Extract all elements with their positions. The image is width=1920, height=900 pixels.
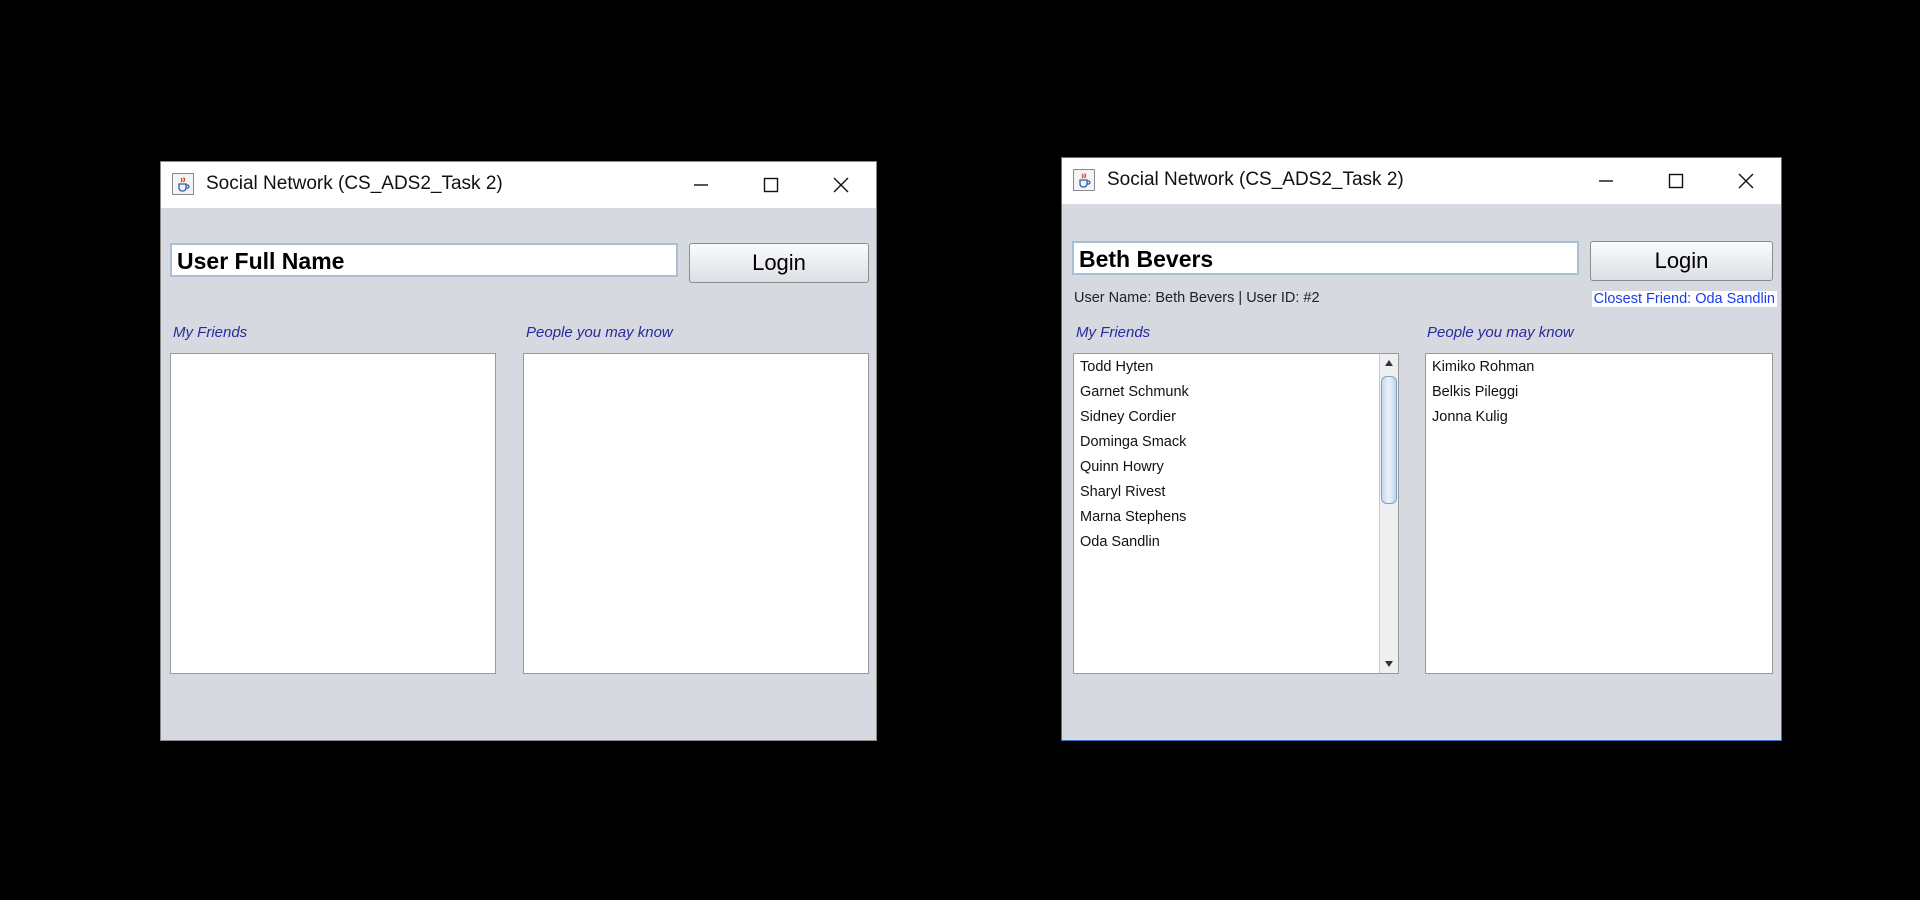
social-network-window-2: Social Network (CS_ADS2_Task 2) Beth Bev… [1061,157,1782,741]
login-button[interactable]: Login [1590,241,1773,281]
friends-list[interactable] [170,353,496,674]
title-bar[interactable]: Social Network (CS_ADS2_Task 2) [161,162,876,208]
window-title: Social Network (CS_ADS2_Task 2) [206,173,503,194]
java-cup-icon [1073,169,1095,191]
minimize-icon [694,184,708,186]
scroll-up-button[interactable] [1380,354,1398,372]
minimize-icon [1599,180,1613,182]
people-you-may-know-label: People you may know [1427,324,1574,341]
list-item[interactable]: Dominga Smack [1080,434,1186,450]
friends-list[interactable]: Todd Hyten Garnet Schmunk Sidney Cordier… [1073,353,1399,674]
java-cup-icon [172,173,194,195]
scroll-down-icon [1385,661,1393,667]
user-name-input[interactable]: User Full Name [170,243,678,277]
closest-friend-text: Closest Friend: Oda Sandlin [1591,291,1777,307]
people-you-may-know-label: People you may know [526,324,673,341]
maximize-button[interactable] [1641,158,1711,204]
maximize-icon [1668,173,1684,189]
list-item[interactable]: Marna Stephens [1080,509,1186,525]
friends-scrollbar[interactable] [1379,354,1398,673]
title-bar[interactable]: Social Network (CS_ADS2_Task 2) [1062,158,1781,204]
window-title: Social Network (CS_ADS2_Task 2) [1107,169,1404,190]
maximize-icon [763,177,779,193]
scroll-up-icon [1385,360,1393,366]
minimize-button[interactable] [666,162,736,208]
close-button[interactable] [1711,158,1781,204]
scroll-thumb[interactable] [1381,376,1397,504]
maximize-button[interactable] [736,162,806,208]
list-item[interactable]: Jonna Kulig [1432,409,1508,425]
list-item[interactable]: Todd Hyten [1080,359,1153,375]
scroll-down-button[interactable] [1380,655,1398,673]
my-friends-label: My Friends [1076,324,1151,341]
list-item[interactable]: Belkis Pileggi [1432,384,1518,400]
suggestions-list[interactable]: Kimiko Rohman Belkis Pileggi Jonna Kulig [1425,353,1773,674]
user-name-input[interactable]: Beth Bevers [1072,241,1579,275]
suggestions-list[interactable] [523,353,869,674]
minimize-button[interactable] [1571,158,1641,204]
my-friends-label: My Friends [173,324,248,341]
list-item[interactable]: Kimiko Rohman [1432,359,1534,375]
social-network-window-1: Social Network (CS_ADS2_Task 2) User Ful… [160,161,877,741]
list-item[interactable]: Sidney Cordier [1080,409,1176,425]
close-icon [1738,173,1754,189]
list-item[interactable]: Sharyl Rivest [1080,484,1165,500]
list-item[interactable]: Garnet Schmunk [1080,384,1189,400]
list-item[interactable]: Oda Sandlin [1080,534,1160,550]
login-button[interactable]: Login [689,243,869,283]
user-info-text: User Name: Beth Bevers | User ID: #2 [1074,290,1320,306]
close-icon [833,177,849,193]
close-button[interactable] [806,162,876,208]
list-item[interactable]: Quinn Howry [1080,459,1164,475]
